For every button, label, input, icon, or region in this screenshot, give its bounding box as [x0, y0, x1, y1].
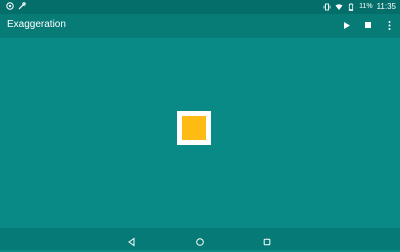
home-icon: [196, 238, 204, 246]
status-clock: 11:35: [376, 2, 396, 11]
vibrate-icon: [323, 3, 331, 11]
animated-square-fill: [182, 116, 206, 140]
navigation-bar: [0, 228, 400, 250]
back-icon: [128, 237, 135, 247]
app-bar-actions: [342, 19, 394, 31]
battery-icon: [347, 2, 355, 11]
home-button[interactable]: [195, 234, 205, 246]
wifi-icon: [335, 3, 343, 11]
play-icon: [344, 21, 350, 29]
play-button[interactable]: [342, 19, 352, 31]
status-left: [6, 2, 26, 10]
animation-canvas: [0, 38, 400, 228]
app-title: Exaggeration: [7, 19, 66, 30]
animated-square: [177, 111, 211, 145]
status-right: 11% 11:35: [323, 2, 396, 11]
app-bar: Exaggeration: [0, 14, 400, 38]
status-bar: 11% 11:35: [0, 0, 400, 14]
stop-icon: [365, 22, 371, 28]
back-button[interactable]: [127, 234, 137, 247]
recents-icon: [263, 238, 271, 246]
stop-button[interactable]: [363, 19, 373, 31]
notification-icon: [6, 2, 14, 10]
recents-button[interactable]: [262, 234, 272, 246]
battery-percent: 11%: [359, 3, 373, 10]
overflow-menu-icon: [388, 20, 390, 30]
overflow-menu-button[interactable]: [384, 19, 394, 31]
link-icon: [18, 2, 26, 10]
